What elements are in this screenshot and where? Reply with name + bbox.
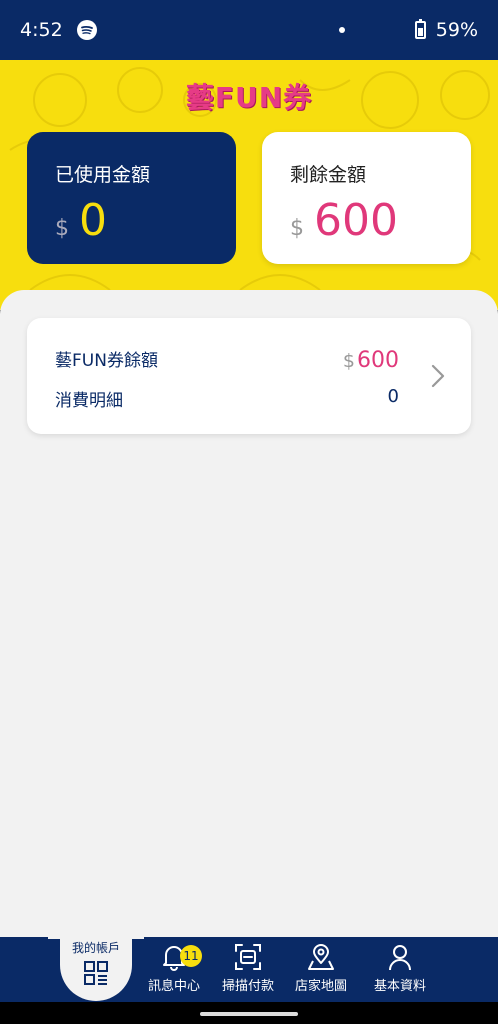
nav-store-map-label: 店家地圖: [294, 979, 347, 994]
main-content: 藝FUN券餘額 $600 消費明細 0: [0, 290, 498, 950]
notification-dot-icon: [338, 27, 345, 33]
voucher-balance-card[interactable]: 藝FUN券餘額 $600 消費明細 0: [27, 318, 471, 434]
used-amount-card: 已使用金額 $ 0: [27, 132, 236, 264]
map-pin-icon: [308, 944, 334, 970]
spotify-icon: [76, 20, 97, 40]
nav-profile[interactable]: 基本資料: [360, 943, 440, 994]
used-amount-value: 0: [79, 195, 107, 246]
fun-voucher-logo: 藝FUN券: [185, 81, 313, 114]
notification-count-badge: 11: [180, 945, 202, 967]
home-gesture-handle[interactable]: [200, 1012, 298, 1016]
app-screen: 4:52 59% 藝FUN券 已使用金額 $ 0 剩餘金額 $ 600 藝FUN…: [0, 0, 498, 1024]
scan-icon: [235, 944, 261, 970]
spending-details-label: 消費明細: [55, 391, 123, 411]
balance-amount: 600: [357, 348, 399, 373]
status-time: 4:52: [20, 19, 63, 41]
battery-level: 59%: [435, 19, 478, 41]
nav-my-account[interactable]: 我的帳戶: [56, 939, 136, 990]
spending-details-value: 0: [387, 386, 399, 407]
account-grid-icon: [84, 961, 108, 985]
remaining-amount-value: 600: [314, 195, 398, 246]
system-gesture-bar: [0, 1002, 498, 1024]
bottom-navigation: 我的帳戶 11 訊息中心 掃描付款 店家地圖 基本資料: [0, 929, 498, 1002]
nav-scan-pay[interactable]: 掃描付款: [208, 943, 288, 994]
status-bar: 4:52 59%: [0, 0, 498, 60]
voucher-balance-value: $600: [343, 348, 399, 373]
balance-currency-symbol: $: [342, 350, 355, 372]
nav-profile-label: 基本資料: [373, 979, 426, 994]
remaining-currency-symbol: $: [290, 216, 304, 241]
nav-my-account-label: 我的帳戶: [71, 941, 120, 955]
voucher-balance-label: 藝FUN券餘額: [55, 351, 158, 371]
remaining-amount-card: 剩餘金額 $ 600: [262, 132, 471, 264]
nav-message-center-label: 訊息中心: [147, 979, 200, 994]
chevron-right-icon[interactable]: [431, 364, 445, 388]
nav-scan-pay-label: 掃描付款: [221, 979, 274, 994]
used-currency-symbol: $: [55, 216, 69, 241]
person-icon: [389, 945, 411, 971]
used-amount-label: 已使用金額: [55, 164, 151, 186]
header: 藝FUN券 已使用金額 $ 0 剩餘金額 $ 600: [0, 60, 498, 310]
remaining-amount-label: 剩餘金額: [290, 164, 367, 186]
battery-icon: [414, 19, 426, 39]
nav-store-map[interactable]: 店家地圖: [281, 943, 361, 994]
nav-message-center[interactable]: 11 訊息中心: [134, 943, 214, 994]
